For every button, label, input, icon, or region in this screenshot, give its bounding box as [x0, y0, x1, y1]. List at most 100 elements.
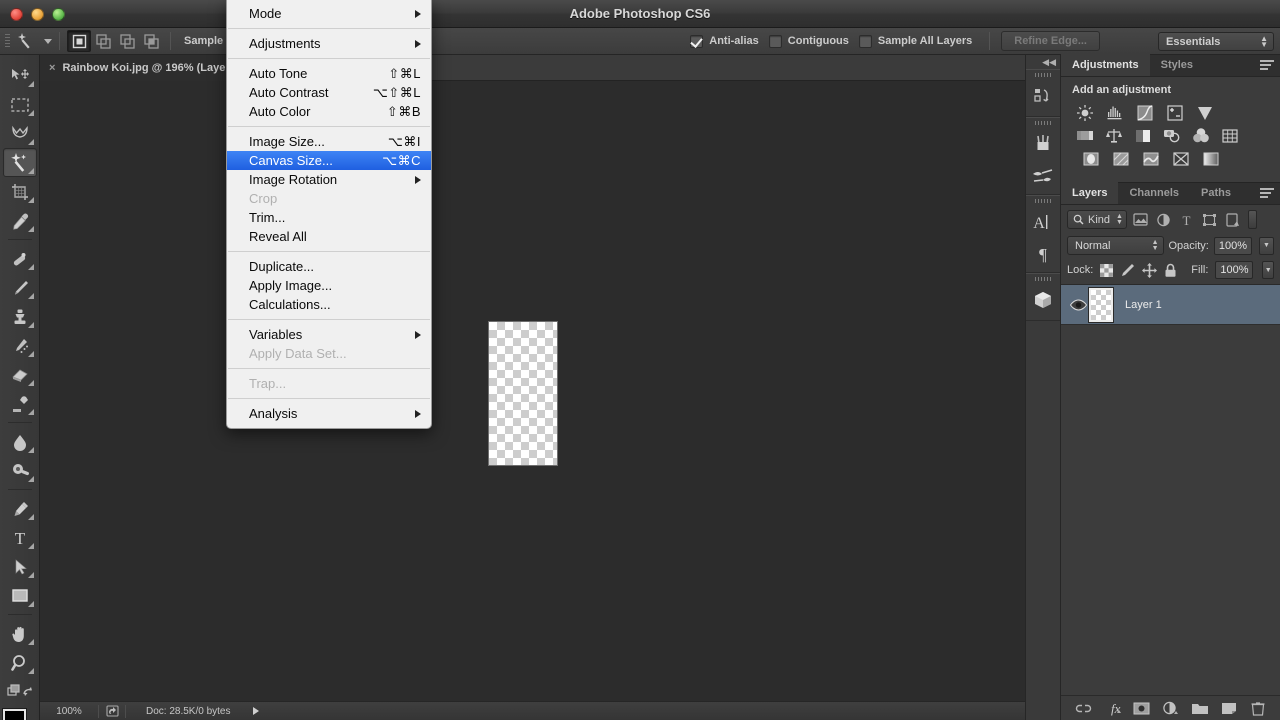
brush-presets-icon[interactable] — [1026, 127, 1060, 161]
add-layer-mask-icon[interactable] — [1132, 699, 1152, 717]
eraser-tool[interactable] — [3, 360, 37, 389]
lock-transparent-pixels-icon[interactable] — [1100, 262, 1113, 278]
contiguous-checkbox[interactable]: Contiguous — [769, 35, 855, 48]
history-brush-tool[interactable] — [3, 331, 37, 360]
hue-saturation-icon[interactable] — [1073, 126, 1097, 145]
lock-image-pixels-icon[interactable] — [1120, 262, 1135, 278]
3d-panel-icon[interactable] — [1026, 283, 1060, 317]
rectangle-tool[interactable] — [3, 581, 37, 610]
layer-style-fx-icon[interactable]: fx — [1103, 699, 1123, 717]
new-group-icon[interactable] — [1190, 699, 1210, 717]
menu-item-image-rotation[interactable]: Image Rotation — [227, 170, 431, 189]
opacity-stepper[interactable]: ▼ — [1259, 237, 1274, 255]
tab-adjustments[interactable]: Adjustments — [1061, 54, 1150, 76]
menu-item-trim[interactable]: Trim... — [227, 208, 431, 227]
add-to-selection-button[interactable] — [91, 30, 115, 52]
curves-icon[interactable] — [1133, 103, 1157, 122]
levels-icon[interactable] — [1103, 103, 1127, 122]
photo-filter-icon[interactable] — [1160, 126, 1184, 145]
brush-tool-presets-icon[interactable] — [1026, 161, 1060, 191]
tab-layers[interactable]: Layers — [1061, 182, 1118, 204]
workspace-selector[interactable]: Essentials ▲▼ — [1158, 32, 1274, 51]
fill-value[interactable]: 100% — [1215, 261, 1253, 279]
foreground-color-swatch[interactable] — [3, 709, 26, 720]
dock-grip[interactable] — [1026, 70, 1060, 79]
paragraph-panel-icon[interactable]: ¶ — [1026, 239, 1060, 269]
tab-paths[interactable]: Paths — [1190, 182, 1242, 204]
document-thumbnail-icon[interactable] — [99, 705, 125, 717]
menu-item-variables[interactable]: Variables — [227, 325, 431, 344]
gradient-map-icon[interactable] — [1199, 149, 1223, 168]
threshold-icon[interactable] — [1139, 149, 1163, 168]
adjustment-layer-filter-icon[interactable] — [1154, 210, 1173, 229]
type-tool[interactable]: T — [3, 523, 37, 552]
invert-icon[interactable] — [1079, 149, 1103, 168]
rectangular-marquee-tool[interactable] — [3, 90, 37, 119]
tab-channels[interactable]: Channels — [1118, 182, 1190, 204]
color-balance-icon[interactable] — [1102, 126, 1126, 145]
filter-toggle-switch[interactable] — [1248, 210, 1257, 229]
anti-alias-checkbox-box[interactable] — [690, 35, 703, 48]
posterize-icon[interactable] — [1109, 149, 1133, 168]
fill-stepper[interactable]: ▼ — [1262, 261, 1274, 279]
contiguous-checkbox-box[interactable] — [769, 35, 782, 48]
sample-all-layers-checkbox-box[interactable] — [859, 35, 872, 48]
lock-position-icon[interactable] — [1142, 262, 1157, 278]
table-row[interactable]: Layer 1 — [1061, 285, 1280, 325]
eyedropper-tool[interactable] — [3, 206, 37, 235]
brightness-contrast-icon[interactable] — [1073, 103, 1097, 122]
status-menu-arrow-icon[interactable] — [253, 707, 259, 715]
menu-item-image-size[interactable]: Image Size... ⌥⌘I — [227, 132, 431, 151]
lasso-tool[interactable] — [3, 119, 37, 148]
close-icon[interactable]: × — [49, 62, 55, 74]
link-layers-icon[interactable] — [1074, 699, 1094, 717]
menu-item-calculations[interactable]: Calculations... — [227, 295, 431, 314]
artboard-canvas[interactable] — [488, 321, 558, 466]
layer-thumbnail[interactable] — [1089, 288, 1113, 322]
options-bar-grip[interactable] — [0, 28, 14, 55]
zoom-tool[interactable] — [3, 648, 37, 677]
layer-visibility-eye-icon[interactable] — [1067, 299, 1089, 311]
dock-grip[interactable] — [1026, 196, 1060, 205]
brush-tool[interactable] — [3, 273, 37, 302]
menu-item-auto-contrast[interactable]: Auto Contrast ⌥⇧⌘L — [227, 83, 431, 102]
dock-grip[interactable] — [1026, 274, 1060, 283]
path-selection-tool[interactable] — [3, 552, 37, 581]
menu-item-apply-image[interactable]: Apply Image... — [227, 276, 431, 295]
blur-tool[interactable] — [3, 427, 37, 456]
new-adjustment-layer-icon[interactable] — [1161, 699, 1181, 717]
tool-preset-chevron-down-icon[interactable] — [44, 39, 52, 44]
vibrance-icon[interactable] — [1193, 103, 1217, 122]
hand-tool[interactable] — [3, 619, 37, 648]
channel-mixer-icon[interactable] — [1189, 126, 1213, 145]
tab-styles[interactable]: Styles — [1150, 54, 1204, 76]
intersect-with-selection-button[interactable] — [139, 30, 163, 52]
lock-all-icon[interactable] — [1164, 262, 1177, 278]
menu-item-analysis[interactable]: Analysis — [227, 404, 431, 423]
color-lookup-icon[interactable] — [1218, 126, 1242, 145]
shape-layer-filter-icon[interactable] — [1200, 210, 1219, 229]
edit-toolbar-button[interactable] — [3, 677, 37, 706]
zoom-level[interactable]: 100% — [40, 706, 98, 717]
layer-name[interactable]: Layer 1 — [1125, 299, 1162, 311]
type-layer-filter-icon[interactable]: T — [1177, 210, 1196, 229]
crop-tool[interactable] — [3, 177, 37, 206]
selective-color-icon[interactable] — [1169, 149, 1193, 168]
character-panel-icon[interactable]: A — [1026, 205, 1060, 239]
menu-item-auto-color[interactable]: Auto Color ⇧⌘B — [227, 102, 431, 121]
anti-alias-checkbox[interactable]: Anti-alias — [690, 35, 765, 48]
menu-item-adjustments[interactable]: Adjustments — [227, 34, 431, 53]
clone-stamp-tool[interactable] — [3, 302, 37, 331]
delete-layer-icon[interactable] — [1248, 699, 1268, 717]
menu-item-duplicate[interactable]: Duplicate... — [227, 257, 431, 276]
dock-grip[interactable] — [1026, 118, 1060, 127]
canvas-area[interactable] — [40, 81, 1025, 701]
pixel-layer-filter-icon[interactable] — [1131, 210, 1150, 229]
menu-item-auto-tone[interactable]: Auto Tone ⇧⌘L — [227, 64, 431, 83]
expand-panels-icon[interactable]: ◀◀ — [1026, 55, 1060, 69]
image-menu-dropdown[interactable]: Mode Adjustments Auto Tone ⇧⌘L Auto Cont… — [226, 0, 432, 429]
dodge-tool[interactable] — [3, 456, 37, 485]
history-actions-icon[interactable] — [1026, 79, 1060, 113]
panel-menu-icon[interactable] — [1260, 60, 1274, 72]
move-tool[interactable] — [3, 61, 37, 90]
